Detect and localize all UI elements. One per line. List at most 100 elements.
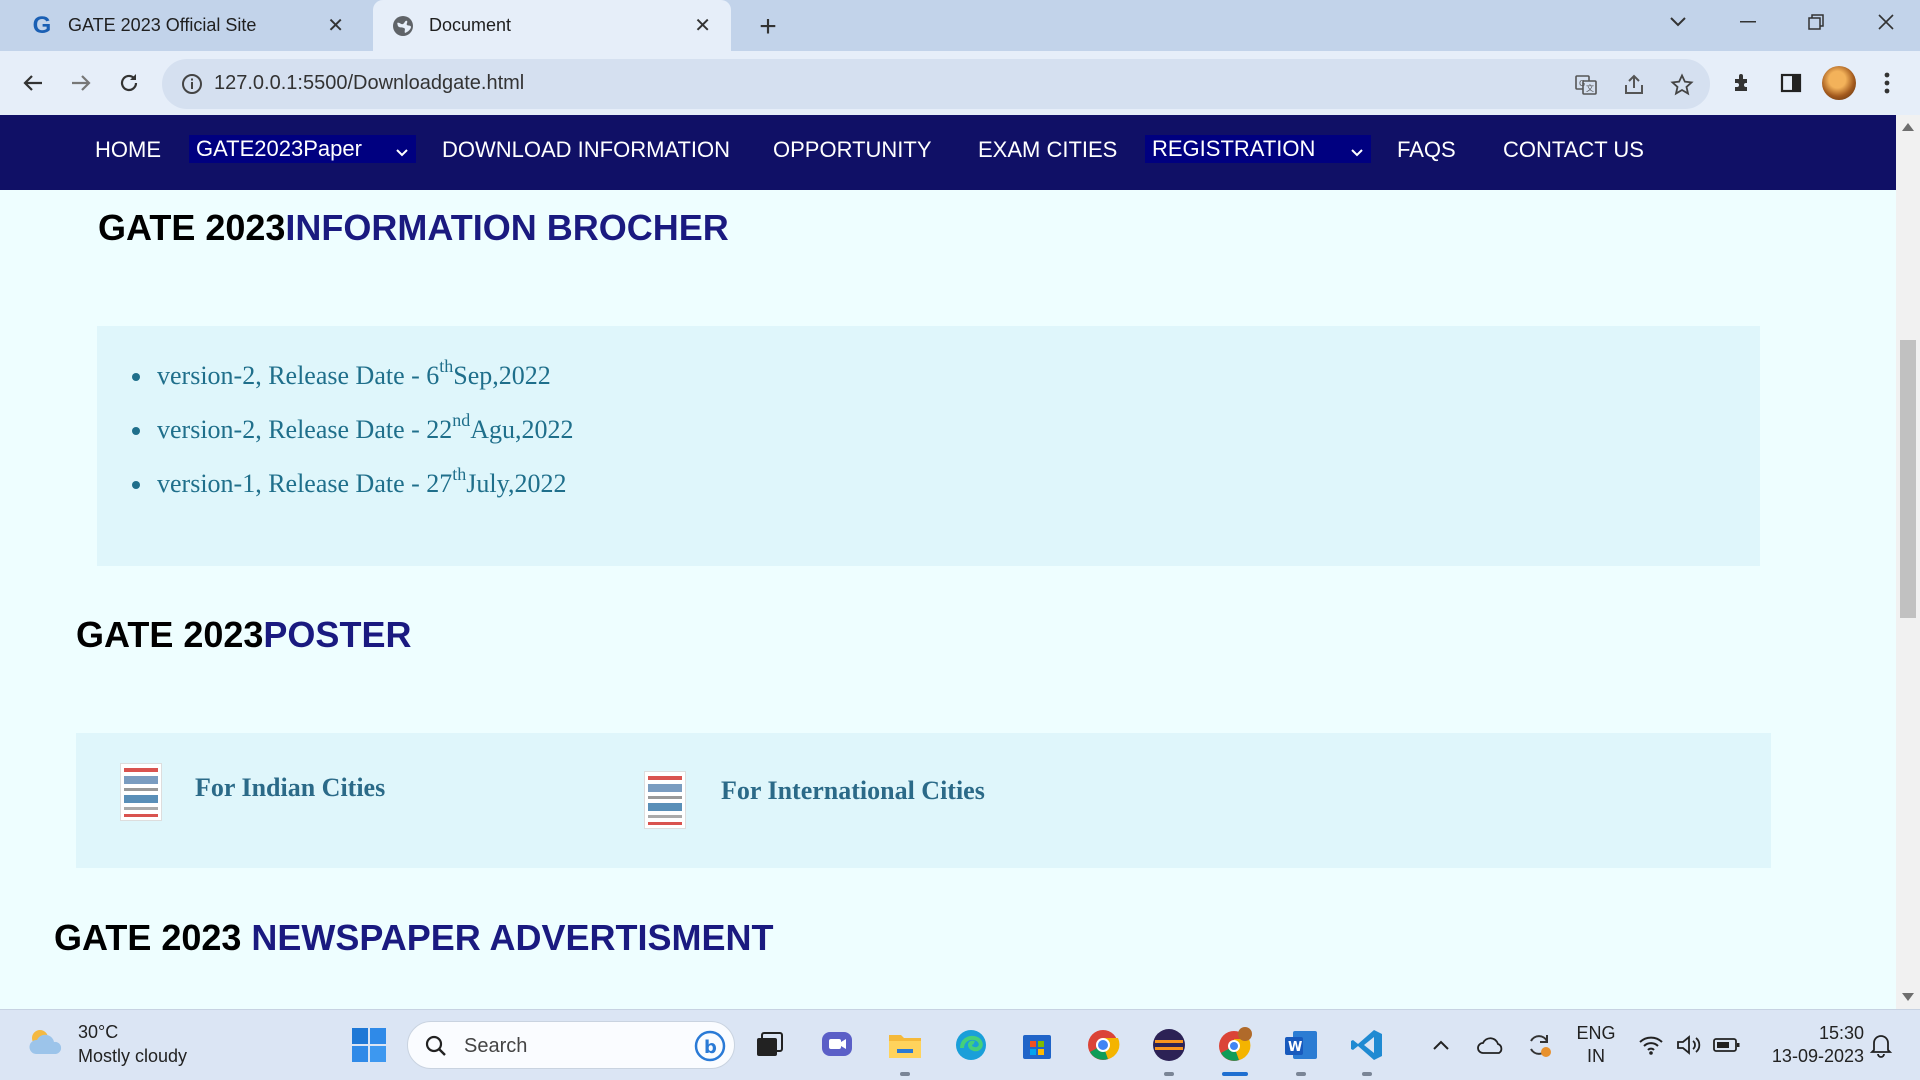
- international-poster-thumbnail[interactable]: [644, 771, 686, 829]
- scrollbar-thumb[interactable]: [1900, 340, 1916, 618]
- tab-gate-official[interactable]: G GATE 2023 Official Site ✕: [12, 0, 364, 51]
- word-icon[interactable]: W: [1280, 1024, 1322, 1066]
- nav-opportunity[interactable]: OPPORTUNITY: [773, 137, 932, 163]
- page-viewport: HOME GATE2023Paper DOWNLOAD INFORMATION …: [0, 115, 1896, 1009]
- clock[interactable]: 15:30 13-09-2023: [1754, 1022, 1864, 1068]
- heading-prefix: GATE 2023: [76, 614, 264, 655]
- scroll-up-arrow-icon[interactable]: [1902, 123, 1914, 131]
- select-value: REGISTRATION: [1152, 136, 1316, 161]
- wifi-icon[interactable]: [1630, 1024, 1672, 1066]
- bullet: [132, 427, 140, 435]
- side-panel-icon[interactable]: [1774, 66, 1808, 100]
- chevron-down-icon: [1349, 141, 1365, 167]
- input-language[interactable]: ENG IN: [1574, 1022, 1618, 1068]
- notification-bell-icon[interactable]: [1860, 1024, 1902, 1066]
- search-label: Search: [464, 1035, 528, 1057]
- new-tab-icon[interactable]: +: [752, 10, 784, 44]
- weather-widget[interactable]: 30°C Mostly cloudy: [26, 1020, 187, 1068]
- battery-icon[interactable]: [1706, 1024, 1748, 1066]
- heading-prefix: GATE 2023: [98, 207, 286, 248]
- cloud-weather-icon: [26, 1026, 66, 1063]
- heading-accent: INFORMATION BROCHER: [285, 207, 729, 248]
- bing-icon[interactable]: b: [694, 1030, 726, 1067]
- clock-date: 13-09-2023: [1771, 1046, 1864, 1066]
- bookmark-star-icon[interactable]: [1668, 71, 1696, 99]
- profile-avatar[interactable]: [1822, 66, 1856, 100]
- minimize-icon[interactable]: [1718, 0, 1778, 44]
- url-text[interactable]: 127.0.0.1:5500/Downloadgate.html: [214, 72, 524, 95]
- newspaper-heading: GATE 2023 NEWSPAPER ADVERTISMENT: [54, 917, 773, 959]
- show-hidden-icons-chevron-icon[interactable]: [1420, 1024, 1462, 1066]
- browser-toolbar: 127.0.0.1:5500/Downloadgate.html G文: [0, 51, 1920, 115]
- poster-heading: GATE 2023POSTER: [76, 614, 411, 656]
- svg-text:G: G: [1579, 79, 1585, 88]
- file-explorer-icon[interactable]: [884, 1024, 926, 1066]
- gate-g-logo-icon: G: [32, 11, 52, 39]
- back-arrow-icon[interactable]: [14, 64, 52, 102]
- tab-document[interactable]: Document ✕: [373, 0, 731, 51]
- edge-browser-icon[interactable]: [950, 1024, 992, 1066]
- translate-icon[interactable]: G文: [1572, 71, 1600, 99]
- bullet: [132, 481, 140, 489]
- international-cities-link[interactable]: For International Cities: [721, 776, 985, 806]
- reload-icon[interactable]: [110, 64, 148, 102]
- site-navbar: HOME GATE2023Paper DOWNLOAD INFORMATION …: [0, 115, 1896, 190]
- close-tab-icon[interactable]: ✕: [327, 13, 344, 38]
- svg-text:W: W: [1288, 1040, 1302, 1055]
- volume-icon[interactable]: [1668, 1024, 1710, 1066]
- microsoft-store-icon[interactable]: [1016, 1024, 1058, 1066]
- svg-text:文: 文: [1586, 83, 1594, 93]
- registration-select[interactable]: REGISTRATION: [1145, 135, 1371, 163]
- taskbar-search[interactable]: Search b: [407, 1021, 735, 1069]
- share-icon[interactable]: [1620, 71, 1648, 99]
- windows-start-icon[interactable]: [348, 1024, 390, 1066]
- eclipse-icon[interactable]: [1148, 1024, 1190, 1066]
- nav-download-information[interactable]: DOWNLOAD INFORMATION: [442, 137, 730, 163]
- heading-accent: POSTER: [263, 614, 412, 655]
- chevron-down-icon: [394, 141, 410, 167]
- sync-icon[interactable]: [1518, 1024, 1560, 1066]
- brochure-heading: GATE 2023INFORMATION BROCHER: [98, 207, 729, 249]
- heading-accent: NEWSPAPER ADVERTISMENT: [251, 917, 774, 958]
- forward-arrow-icon[interactable]: [62, 64, 100, 102]
- weather-desc: Mostly cloudy: [78, 1046, 188, 1066]
- nav-faqs[interactable]: FAQS: [1397, 137, 1456, 163]
- onedrive-icon[interactable]: [1470, 1024, 1512, 1066]
- gate2023-paper-select[interactable]: GATE2023Paper: [189, 135, 416, 163]
- nav-home[interactable]: HOME: [95, 137, 161, 163]
- vscode-icon[interactable]: [1346, 1024, 1388, 1066]
- tab-title: GATE 2023 Official Site: [68, 15, 257, 35]
- site-info-icon[interactable]: [180, 72, 204, 96]
- clock-time: 15:30: [1818, 1023, 1864, 1043]
- bullet: [132, 373, 140, 381]
- list-item[interactable]: version-2, Release Date - 6thSep,2022: [132, 357, 551, 391]
- close-window-icon[interactable]: [1856, 0, 1916, 44]
- svg-text:b: b: [704, 1037, 717, 1058]
- indian-poster-thumbnail[interactable]: [120, 763, 162, 821]
- windows-taskbar: 30°C Mostly cloudy Search b W ENG IN 15:…: [0, 1009, 1920, 1080]
- close-tab-icon[interactable]: ✕: [694, 13, 711, 38]
- brochure-versions-panel: version-2, Release Date - 6thSep,2022 ve…: [97, 326, 1760, 566]
- extensions-puzzle-icon[interactable]: [1726, 66, 1760, 100]
- search-icon: [424, 1034, 448, 1063]
- select-value: GATE2023Paper: [196, 136, 362, 161]
- tab-title: Document: [429, 15, 512, 35]
- nav-exam-cities[interactable]: EXAM CITIES: [978, 137, 1117, 163]
- more-menu-icon[interactable]: [1870, 66, 1904, 100]
- scroll-down-arrow-icon[interactable]: [1902, 993, 1914, 1001]
- address-bar[interactable]: 127.0.0.1:5500/Downloadgate.html G文: [162, 59, 1710, 109]
- chrome-profile-icon[interactable]: [1214, 1024, 1256, 1066]
- restore-icon[interactable]: [1786, 0, 1846, 44]
- list-item[interactable]: version-2, Release Date - 22ndAgu,2022: [132, 411, 574, 445]
- indian-cities-link[interactable]: For Indian Cities: [195, 773, 385, 803]
- globe-icon: [391, 14, 415, 38]
- browser-tab-strip: G GATE 2023 Official Site ✕ Document ✕ +: [0, 0, 1920, 51]
- tab-search-chevron-icon[interactable]: [1648, 0, 1708, 44]
- weather-temp: 30°C: [78, 1022, 119, 1042]
- list-item[interactable]: version-1, Release Date - 27thJuly,2022: [132, 465, 566, 499]
- chrome-icon[interactable]: [1082, 1024, 1124, 1066]
- nav-contact-us[interactable]: CONTACT US: [1503, 137, 1644, 163]
- teams-chat-icon[interactable]: [816, 1024, 858, 1066]
- task-view-icon[interactable]: [748, 1024, 790, 1066]
- page-scrollbar[interactable]: [1896, 115, 1920, 1009]
